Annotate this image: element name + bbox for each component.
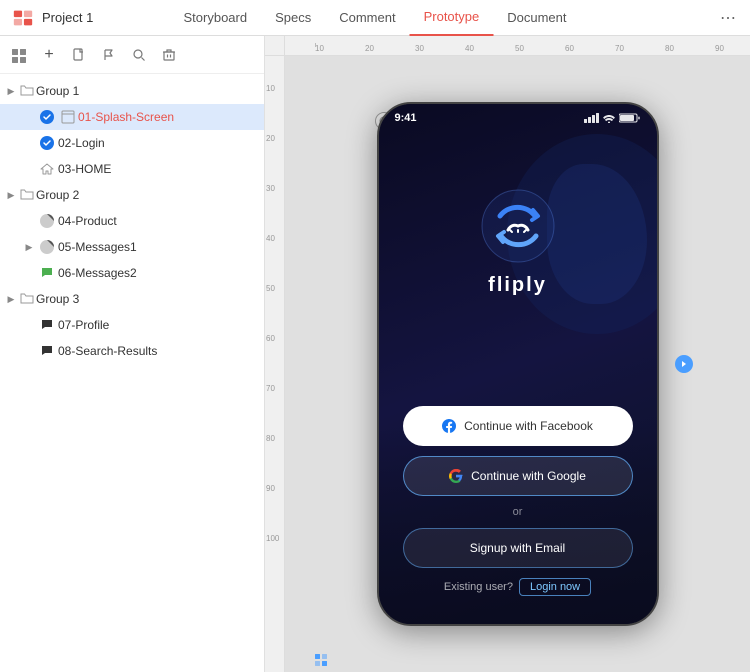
product-label: 04-Product [58,214,117,228]
tree-item-group2[interactable]: ▶ Group 2 [0,182,264,208]
nav-document[interactable]: Document [493,0,580,36]
existing-user-text: Existing user? [444,581,513,593]
nav-storyboard[interactable]: Storyboard [170,0,262,36]
tree-item-profile[interactable]: 07-Profile [0,312,264,338]
tree-item-search[interactable]: 08-Search-Results [0,338,264,364]
nav-overflow[interactable]: ⋯ [716,8,740,28]
layer-icon [8,44,30,66]
tree-item-group3[interactable]: ▶ Group 3 [0,286,264,312]
group1-label: Group 1 [36,84,79,98]
messages2-label: 06-Messages2 [58,266,137,280]
main-layout: + [0,36,750,672]
tree-item-messages2[interactable]: 06-Messages2 [0,260,264,286]
home-label: 03-HOME [58,162,111,176]
tree-item-home[interactable]: 03-HOME [0,156,264,182]
group2-label: Group 2 [36,188,79,202]
phone-logo-area: fliply [379,188,657,297]
login-label: 02-Login [58,136,105,150]
tree-item-messages1[interactable]: ▶ 05-Messages1 [0,234,264,260]
delete-button[interactable] [158,44,180,66]
topbar: Project 1 Storyboard Specs Comment Proto… [0,0,750,36]
tree-item-login[interactable]: 02-Login [0,130,264,156]
app-logo [10,5,36,31]
fliply-logo [480,188,556,264]
phone-mockup: 9:41 [377,102,659,626]
search-button[interactable] [128,44,150,66]
phone-divider: or [403,506,633,518]
sidebar-tree: ▶ Group 1 ▶ 01-Splash-Screen [0,74,264,672]
tree-item-product[interactable]: 04-Product [0,208,264,234]
flag-button[interactable] [98,44,120,66]
phone-status-bar: 9:41 [379,104,657,128]
ruler-vertical: 10 20 30 40 50 60 70 80 90 100 [265,56,285,672]
new-file-button[interactable] [68,44,90,66]
splash-label: 01-Splash-Screen [78,110,174,124]
existing-user-row: Existing user? Login now [403,578,633,596]
ruler-corner [265,36,285,56]
group3-label: Group 3 [36,292,79,306]
prototype-link [675,355,693,373]
app-title: Project 1 [42,10,122,25]
canvas-content[interactable]: 9:41 [285,56,750,672]
search-results-label: 08-Search-Results [58,344,157,358]
phone-buttons: Continue with Facebook Continue with Goo… [379,406,657,596]
google-login-button[interactable]: Continue with Google [403,456,633,496]
add-button[interactable]: + [38,44,60,66]
profile-label: 07-Profile [58,318,109,332]
nav-prototype[interactable]: Prototype [410,0,494,36]
sidebar-toolbar: + [0,36,264,74]
sidebar: + [0,36,265,672]
top-nav: Storyboard Specs Comment Prototype Docum… [170,0,581,36]
bottom-indicator [313,652,329,668]
login-now-button[interactable]: Login now [519,578,591,596]
phone-app-name: fliply [488,274,547,297]
phone-time: 9:41 [395,112,417,124]
tree-item-splash[interactable]: ▶ 01-Splash-Screen [0,104,264,130]
nav-specs[interactable]: Specs [261,0,325,36]
tree-item-group1[interactable]: ▶ Group 1 [0,78,264,104]
canvas-area: 10 20 30 40 50 60 70 80 90 100 10 20 30 … [265,36,750,672]
messages1-label: 05-Messages1 [58,240,137,254]
ruler-horizontal: 10 20 30 40 50 60 70 80 90 100 [285,36,750,56]
nav-comment[interactable]: Comment [325,0,409,36]
email-signup-button[interactable]: Signup with Email [403,528,633,568]
facebook-login-button[interactable]: Continue with Facebook [403,406,633,446]
